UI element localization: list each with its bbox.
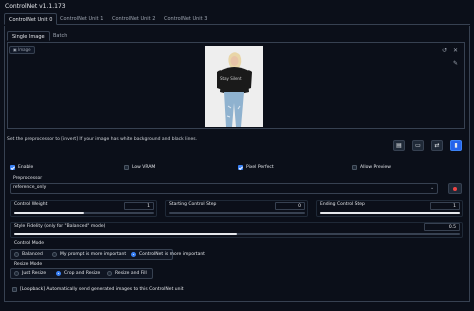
image-label: ▣ Image: [9, 46, 35, 54]
swap-icon: ⇄: [434, 142, 440, 149]
end-step-label: Ending Control Step: [320, 202, 365, 207]
style-fidelity-fill: [14, 233, 237, 235]
control-weight-input[interactable]: 1: [124, 202, 154, 210]
camera-icon: ▭: [415, 142, 421, 149]
radio-resize-fill-label: Resize and Fill: [115, 270, 147, 276]
pixel-perfect-checkbox[interactable]: [238, 165, 243, 170]
radio-just-resize[interactable]: [14, 271, 19, 276]
mirror-button[interactable]: ⇄: [431, 140, 443, 151]
new-canvas-button[interactable]: ▤: [393, 140, 405, 151]
low-vram-checkbox[interactable]: [124, 165, 129, 170]
style-fidelity-input[interactable]: 0.5: [424, 223, 460, 231]
uploaded-photo: Stay Silent: [205, 46, 263, 127]
loopback-label: [Loopback] Automatically send generated …: [20, 286, 184, 292]
webcam-button[interactable]: ▭: [412, 140, 424, 151]
radio-resize-fill[interactable]: [107, 271, 112, 276]
explosion-icon: [453, 187, 457, 191]
allow-preview-label: Allow Preview: [360, 164, 391, 170]
chevron-down-icon[interactable]: ⌄: [430, 185, 434, 191]
radio-prompt-important[interactable]: [52, 252, 57, 257]
low-vram-label: Low VRAM: [132, 164, 156, 170]
radio-balanced[interactable]: [14, 252, 19, 257]
radio-controlnet-important-label: ControlNet is more important: [139, 251, 205, 257]
end-step-slider[interactable]: [320, 212, 460, 214]
radio-crop-resize[interactable]: [56, 271, 61, 276]
control-mode-label: Control Mode: [14, 241, 44, 246]
tab-unit-3[interactable]: ControlNet Unit 3: [160, 13, 211, 25]
unit-tab-bar: ControlNet Unit 0 ControlNet Unit 1 Cont…: [4, 13, 470, 25]
style-fidelity-label: Style Fidelity (only for "Balanced" mode…: [14, 224, 106, 229]
resize-mode-label: Resize Mode: [14, 262, 43, 267]
tab-unit-2[interactable]: ControlNet Unit 2: [108, 13, 159, 25]
preprocessor-value: reference_only: [13, 185, 47, 190]
loopback-checkbox[interactable]: [12, 287, 17, 292]
document-icon: ▤: [396, 142, 402, 149]
control-weight-slider[interactable]: [14, 212, 154, 214]
photo-illustration: [205, 46, 263, 127]
style-fidelity-slider[interactable]: [14, 233, 460, 235]
end-step-input[interactable]: 1: [430, 202, 460, 210]
radio-just-resize-label: Just Resize: [22, 270, 47, 276]
send-dimensions-button[interactable]: ▮: [450, 140, 462, 151]
pixel-perfect-label: Pixel Perfect: [246, 164, 274, 170]
end-step-fill: [320, 212, 460, 214]
radio-prompt-important-label: My prompt is more important: [60, 251, 127, 257]
start-step-label: Starting Control Step: [169, 202, 217, 207]
start-step-slider[interactable]: [169, 212, 305, 214]
preprocessor-dropdown[interactable]: [10, 183, 438, 194]
tab-single-image[interactable]: Single Image: [7, 31, 50, 41]
controlnet-title[interactable]: ControlNet v1.1.173: [5, 4, 66, 10]
tab-unit-0[interactable]: ControlNet Unit 0: [4, 13, 58, 25]
photo-caption: Stay Silent: [220, 76, 242, 81]
enable-checkbox[interactable]: [10, 165, 15, 170]
pin-icon: ▮: [454, 142, 458, 149]
preprocessor-label: Preprocessor: [13, 176, 43, 181]
control-weight-fill: [14, 212, 84, 214]
radio-balanced-label: Balanced: [22, 251, 43, 257]
enable-label: Enable: [18, 164, 34, 170]
tab-batch[interactable]: Batch: [49, 31, 71, 41]
preprocessor-hint: Set the preprocessor to [invert] If your…: [7, 137, 198, 142]
control-weight-label: Control Weight: [14, 202, 48, 207]
tab-unit-1[interactable]: ControlNet Unit 1: [56, 13, 107, 25]
reset-icon[interactable]: ↺: [442, 47, 447, 54]
image-icon: ▣: [13, 47, 17, 52]
radio-controlnet-important[interactable]: [131, 252, 136, 257]
close-icon[interactable]: ✕: [453, 47, 458, 54]
allow-preview-checkbox[interactable]: [352, 165, 357, 170]
radio-crop-resize-label: Crop and Resize: [64, 270, 101, 276]
edit-icon[interactable]: ✎: [453, 60, 458, 67]
start-step-input[interactable]: 0: [275, 202, 305, 210]
